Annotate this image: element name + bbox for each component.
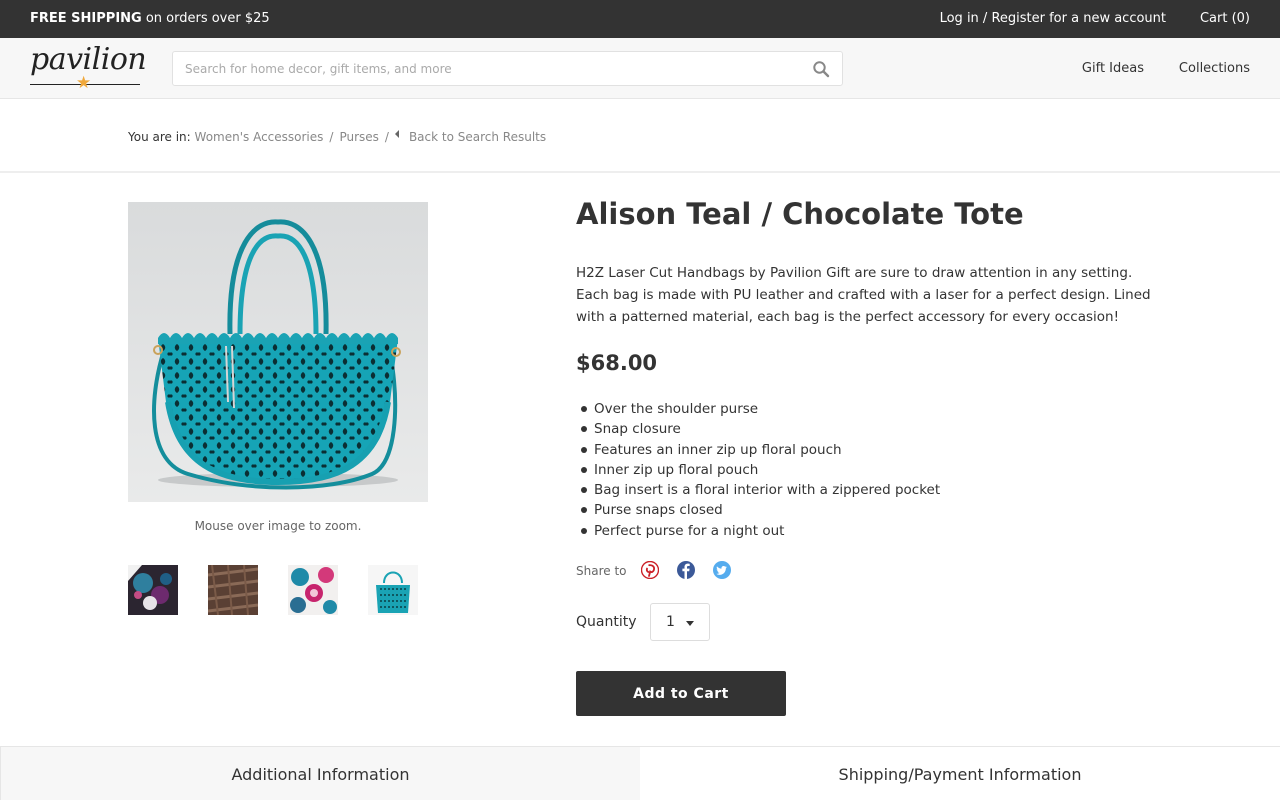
promo-text: on orders over $25 xyxy=(141,11,270,26)
pinterest-icon[interactable] xyxy=(641,561,659,579)
feature-item: Perfect purse for a night out xyxy=(576,521,940,541)
product-thumbnail[interactable] xyxy=(208,565,258,615)
quantity-label: Quantity xyxy=(576,614,637,630)
share-label: Share to xyxy=(576,564,627,578)
feature-item: Snap closure xyxy=(576,419,940,439)
product-main-image[interactable] xyxy=(128,202,428,502)
search-input[interactable] xyxy=(185,52,785,85)
chevron-down-icon xyxy=(686,621,694,626)
tab-additional-information[interactable]: Additional Information xyxy=(0,746,640,800)
product-description: H2Z Laser Cut Handbags by Pavilion Gift … xyxy=(576,265,1151,325)
feature-item: Inner zip up floral pouch xyxy=(576,460,940,480)
product-title: Alison Teal / Chocolate Tote xyxy=(576,197,1024,231)
product-thumbnail[interactable] xyxy=(368,565,418,615)
top-bar: FREE SHIPPING on orders over $25 Log in … xyxy=(0,0,1280,38)
feature-item: Purse snaps closed xyxy=(576,500,940,520)
zoom-hint: Mouse over image to zoom. xyxy=(194,519,362,533)
nav-gift-ideas[interactable]: Gift Ideas xyxy=(1082,61,1144,76)
back-arrow-icon xyxy=(394,130,399,138)
breadcrumb: You are in: Women's Accessories / Purses / B… xyxy=(128,130,546,144)
quantity-select[interactable]: 1 xyxy=(650,603,710,641)
search-icon[interactable] xyxy=(812,60,830,78)
feature-item: Bag insert is a floral interior with a z… xyxy=(576,480,940,500)
breadcrumb-purses[interactable]: Purses xyxy=(339,130,378,144)
free-shipping-promo: FREE SHIPPING on orders over $25 xyxy=(30,11,270,26)
promo-bold: FREE SHIPPING xyxy=(30,11,142,26)
breadcrumb-separator: / xyxy=(384,130,389,144)
feature-item: Features an inner zip up floral pouch xyxy=(576,440,940,460)
tab-shipping-payment-information[interactable]: Shipping/Payment Information xyxy=(640,746,1280,800)
facebook-icon[interactable] xyxy=(677,561,695,579)
product-thumbnail[interactable] xyxy=(288,565,338,615)
login-register-link[interactable]: Log in / Register for a new account xyxy=(940,11,1166,26)
search-box xyxy=(172,51,843,86)
site-header: pavilion ★ Gift Ideas Collections xyxy=(0,38,1280,99)
breadcrumb-womens-accessories[interactable]: Women's Accessories xyxy=(195,130,324,144)
product-thumbnail[interactable] xyxy=(128,565,178,615)
star-icon: ★ xyxy=(76,73,92,93)
pavilion-logo[interactable]: pavilion ★ xyxy=(30,42,147,93)
breadcrumb-separator: / xyxy=(329,130,334,144)
product-features: Over the shoulder purse Snap closure Fea… xyxy=(576,399,940,541)
twitter-icon[interactable] xyxy=(713,561,731,579)
section-divider xyxy=(0,171,1280,173)
feature-item: Over the shoulder purse xyxy=(576,399,940,419)
breadcrumb-prefix: You are in: xyxy=(128,130,191,144)
add-to-cart-button[interactable]: Add to Cart xyxy=(576,671,786,716)
nav-collections[interactable]: Collections xyxy=(1179,61,1250,76)
quantity-value: 1 xyxy=(666,614,675,630)
cart-link[interactable]: Cart (0) xyxy=(1200,11,1250,26)
back-to-search-results-link[interactable]: Back to Search Results xyxy=(409,130,546,144)
logo-text: pavilion xyxy=(30,42,147,77)
product-price: $68.00 xyxy=(576,351,658,375)
